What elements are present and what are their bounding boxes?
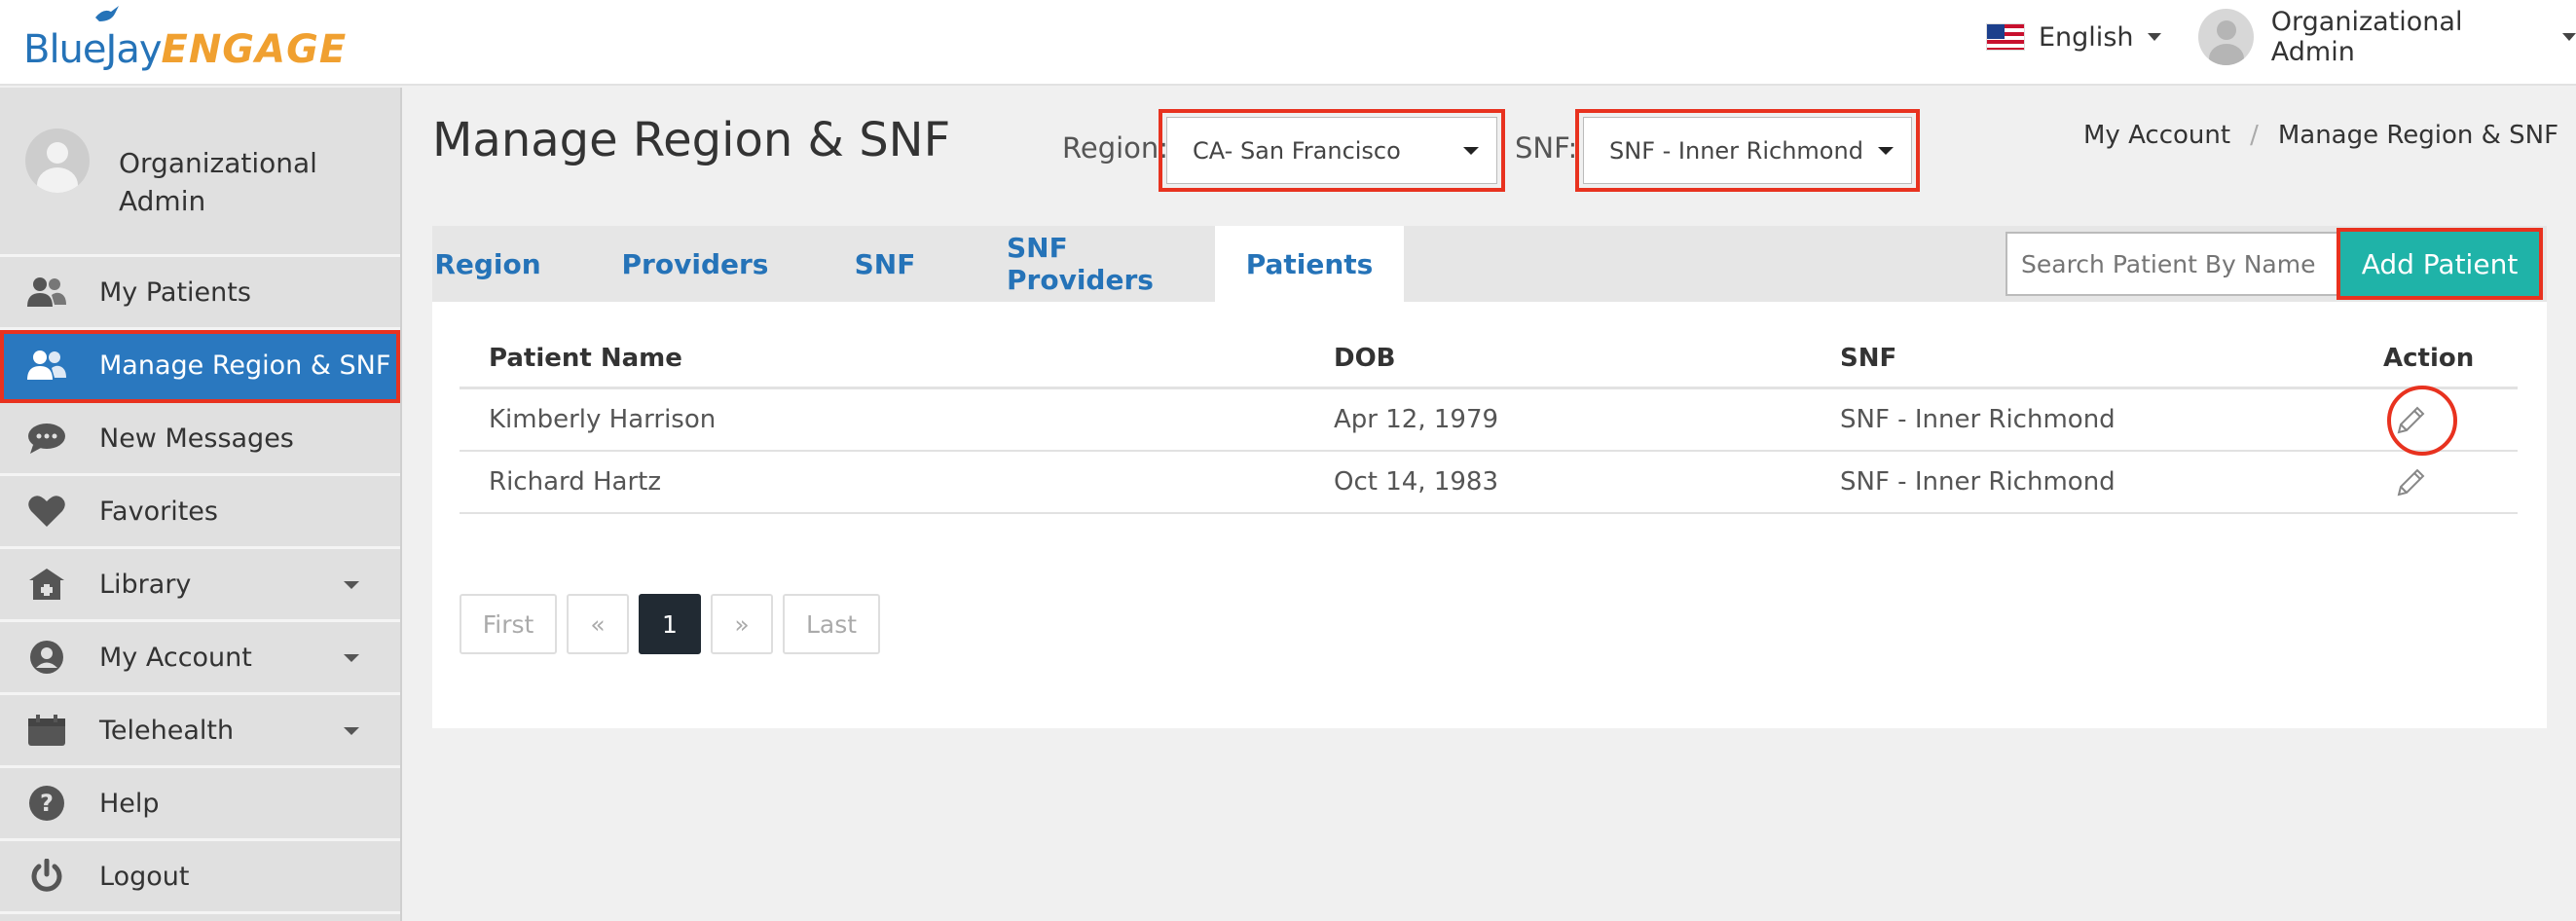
sidebar-item-label: Manage Region & SNF — [99, 350, 391, 381]
breadcrumb-current: Manage Region & SNF — [2277, 121, 2559, 150]
snf-select-value: SNF - Inner Richmond — [1609, 136, 1863, 165]
table-row: Richard Hartz Oct 14, 1983 SNF - Inner R… — [460, 452, 2518, 514]
snf-select-highlight: SNF - Inner Richmond — [1575, 109, 1920, 192]
pencil-icon[interactable] — [2393, 465, 2428, 500]
library-icon — [25, 563, 68, 606]
patient-snf: SNF - Inner Richmond — [1840, 405, 2116, 434]
sidebar-item-manage-region-snf[interactable]: Manage Region & SNF — [0, 330, 400, 403]
tab-bar: Region Providers SNF SNF Providers Patie… — [432, 226, 2547, 302]
us-flag-icon — [1986, 23, 2025, 51]
add-patient-highlight: Add Patient — [2337, 228, 2543, 300]
tab-region[interactable]: Region — [432, 226, 543, 302]
sidebar-item-help[interactable]: ? Help — [0, 768, 400, 841]
patient-name: Richard Hartz — [489, 467, 662, 497]
column-header-dob[interactable]: DOB — [1334, 329, 1396, 387]
region-select-highlight: CA- San Francisco — [1159, 109, 1505, 192]
user-name: Organizational Admin — [2270, 7, 2463, 67]
sidebar-item-label: Help — [99, 788, 160, 819]
pagination-prev[interactable]: « — [567, 594, 629, 654]
chevron-down-icon — [2562, 33, 2576, 41]
patient-dob: Apr 12, 1979 — [1334, 405, 1499, 434]
table-row: Kimberly Harrison Apr 12, 1979 SNF - Inn… — [460, 386, 2518, 456]
help-icon: ? — [25, 782, 68, 825]
avatar — [2198, 9, 2254, 65]
tab-snf[interactable]: SNF — [841, 226, 929, 302]
users-icon — [25, 344, 68, 387]
power-icon — [25, 855, 68, 898]
sidebar-item-telehealth[interactable]: Telehealth — [0, 695, 400, 768]
patients-icon — [25, 271, 68, 313]
column-header-patient-name[interactable]: Patient Name — [489, 329, 682, 387]
sidebar-item-my-patients[interactable]: My Patients — [0, 257, 400, 330]
chat-icon — [25, 417, 68, 460]
logo-text-bluejay: BlueJay — [23, 27, 162, 72]
pencil-icon[interactable] — [2393, 403, 2428, 438]
snf-label: SNF: — [1515, 131, 1578, 165]
chevron-down-icon — [344, 581, 359, 589]
patient-dob: Oct 14, 1983 — [1334, 467, 1498, 497]
patient-name: Kimberly Harrison — [489, 405, 717, 434]
chevron-down-icon — [344, 727, 359, 735]
add-patient-button[interactable]: Add Patient — [2340, 232, 2539, 296]
patient-snf: SNF - Inner Richmond — [1840, 467, 2116, 497]
pagination-last[interactable]: Last — [783, 594, 880, 654]
breadcrumb-my-account[interactable]: My Account — [2083, 121, 2230, 150]
region-label: Region: — [1062, 131, 1169, 165]
breadcrumb-separator: / — [2250, 121, 2259, 150]
tab-providers[interactable]: Providers — [622, 226, 769, 302]
sidebar-item-label: Library — [99, 569, 192, 600]
column-header-action: Action — [2383, 343, 2475, 373]
user-menu[interactable]: Organizational Admin — [2198, 7, 2576, 67]
logo-text-engage: ENGAGE — [161, 27, 348, 72]
sidebar-profile: Organizational Admin — [0, 88, 400, 257]
patients-panel: Region Providers SNF SNF Providers Patie… — [432, 226, 2547, 728]
patients-table: Patient Name DOB SNF Action Kimberly Har… — [460, 329, 2518, 514]
sidebar-item-library[interactable]: Library — [0, 549, 400, 622]
bird-icon — [95, 6, 119, 21]
region-select-value: CA- San Francisco — [1193, 136, 1401, 165]
pagination: First « 1 » Last — [460, 594, 890, 654]
search-input[interactable] — [2006, 232, 2340, 296]
sidebar-item-label: New Messages — [99, 423, 294, 454]
chevron-down-icon — [2147, 33, 2161, 41]
language-label: English — [2039, 21, 2134, 53]
sidebar-item-favorites[interactable]: Favorites — [0, 476, 400, 549]
tab-patients[interactable]: Patients — [1215, 226, 1404, 302]
language-selector[interactable]: English — [1986, 19, 2161, 55]
page-title: Manage Region & SNF — [432, 113, 951, 167]
pagination-page-1[interactable]: 1 — [639, 594, 701, 654]
sidebar-item-my-account[interactable]: My Account — [0, 622, 400, 695]
sidebar-item-label: Telehealth — [99, 715, 235, 746]
sidebar-item-label: My Patients — [99, 276, 251, 308]
pagination-first[interactable]: First — [460, 594, 557, 654]
sidebar-item-label: Logout — [99, 861, 190, 892]
chevron-down-icon — [344, 654, 359, 662]
sidebar: Organizational Admin My Patients Manage … — [0, 88, 402, 921]
sidebar-profile-name: Organizational Admin — [119, 147, 317, 217]
region-select[interactable]: CA- San Francisco — [1166, 117, 1497, 184]
calendar-icon — [25, 709, 68, 752]
tab-snf-providers[interactable]: SNF Providers — [1007, 226, 1201, 302]
top-bar: BlueJay ENGAGE English Organizational Adm… — [0, 0, 2576, 86]
chevron-down-icon — [1878, 147, 1894, 155]
sidebar-item-logout[interactable]: Logout — [0, 841, 400, 914]
bluejay-engage-logo[interactable]: BlueJay ENGAGE — [23, 6, 348, 72]
heart-icon — [25, 490, 68, 533]
sidebar-item-label: Favorites — [99, 496, 218, 527]
column-header-snf[interactable]: SNF — [1840, 329, 1896, 387]
sidebar-item-new-messages[interactable]: New Messages — [0, 403, 400, 476]
chevron-down-icon — [1463, 147, 1479, 155]
account-icon — [25, 636, 68, 679]
avatar — [25, 129, 90, 193]
snf-select[interactable]: SNF - Inner Richmond — [1583, 117, 1912, 184]
breadcrumb: My Account / Manage Region & SNF — [2083, 121, 2558, 150]
sidebar-item-label: My Account — [99, 642, 252, 673]
pagination-next[interactable]: » — [711, 594, 773, 654]
svg-text:?: ? — [40, 790, 54, 817]
table-header: Patient Name DOB SNF Action — [460, 329, 2518, 389]
